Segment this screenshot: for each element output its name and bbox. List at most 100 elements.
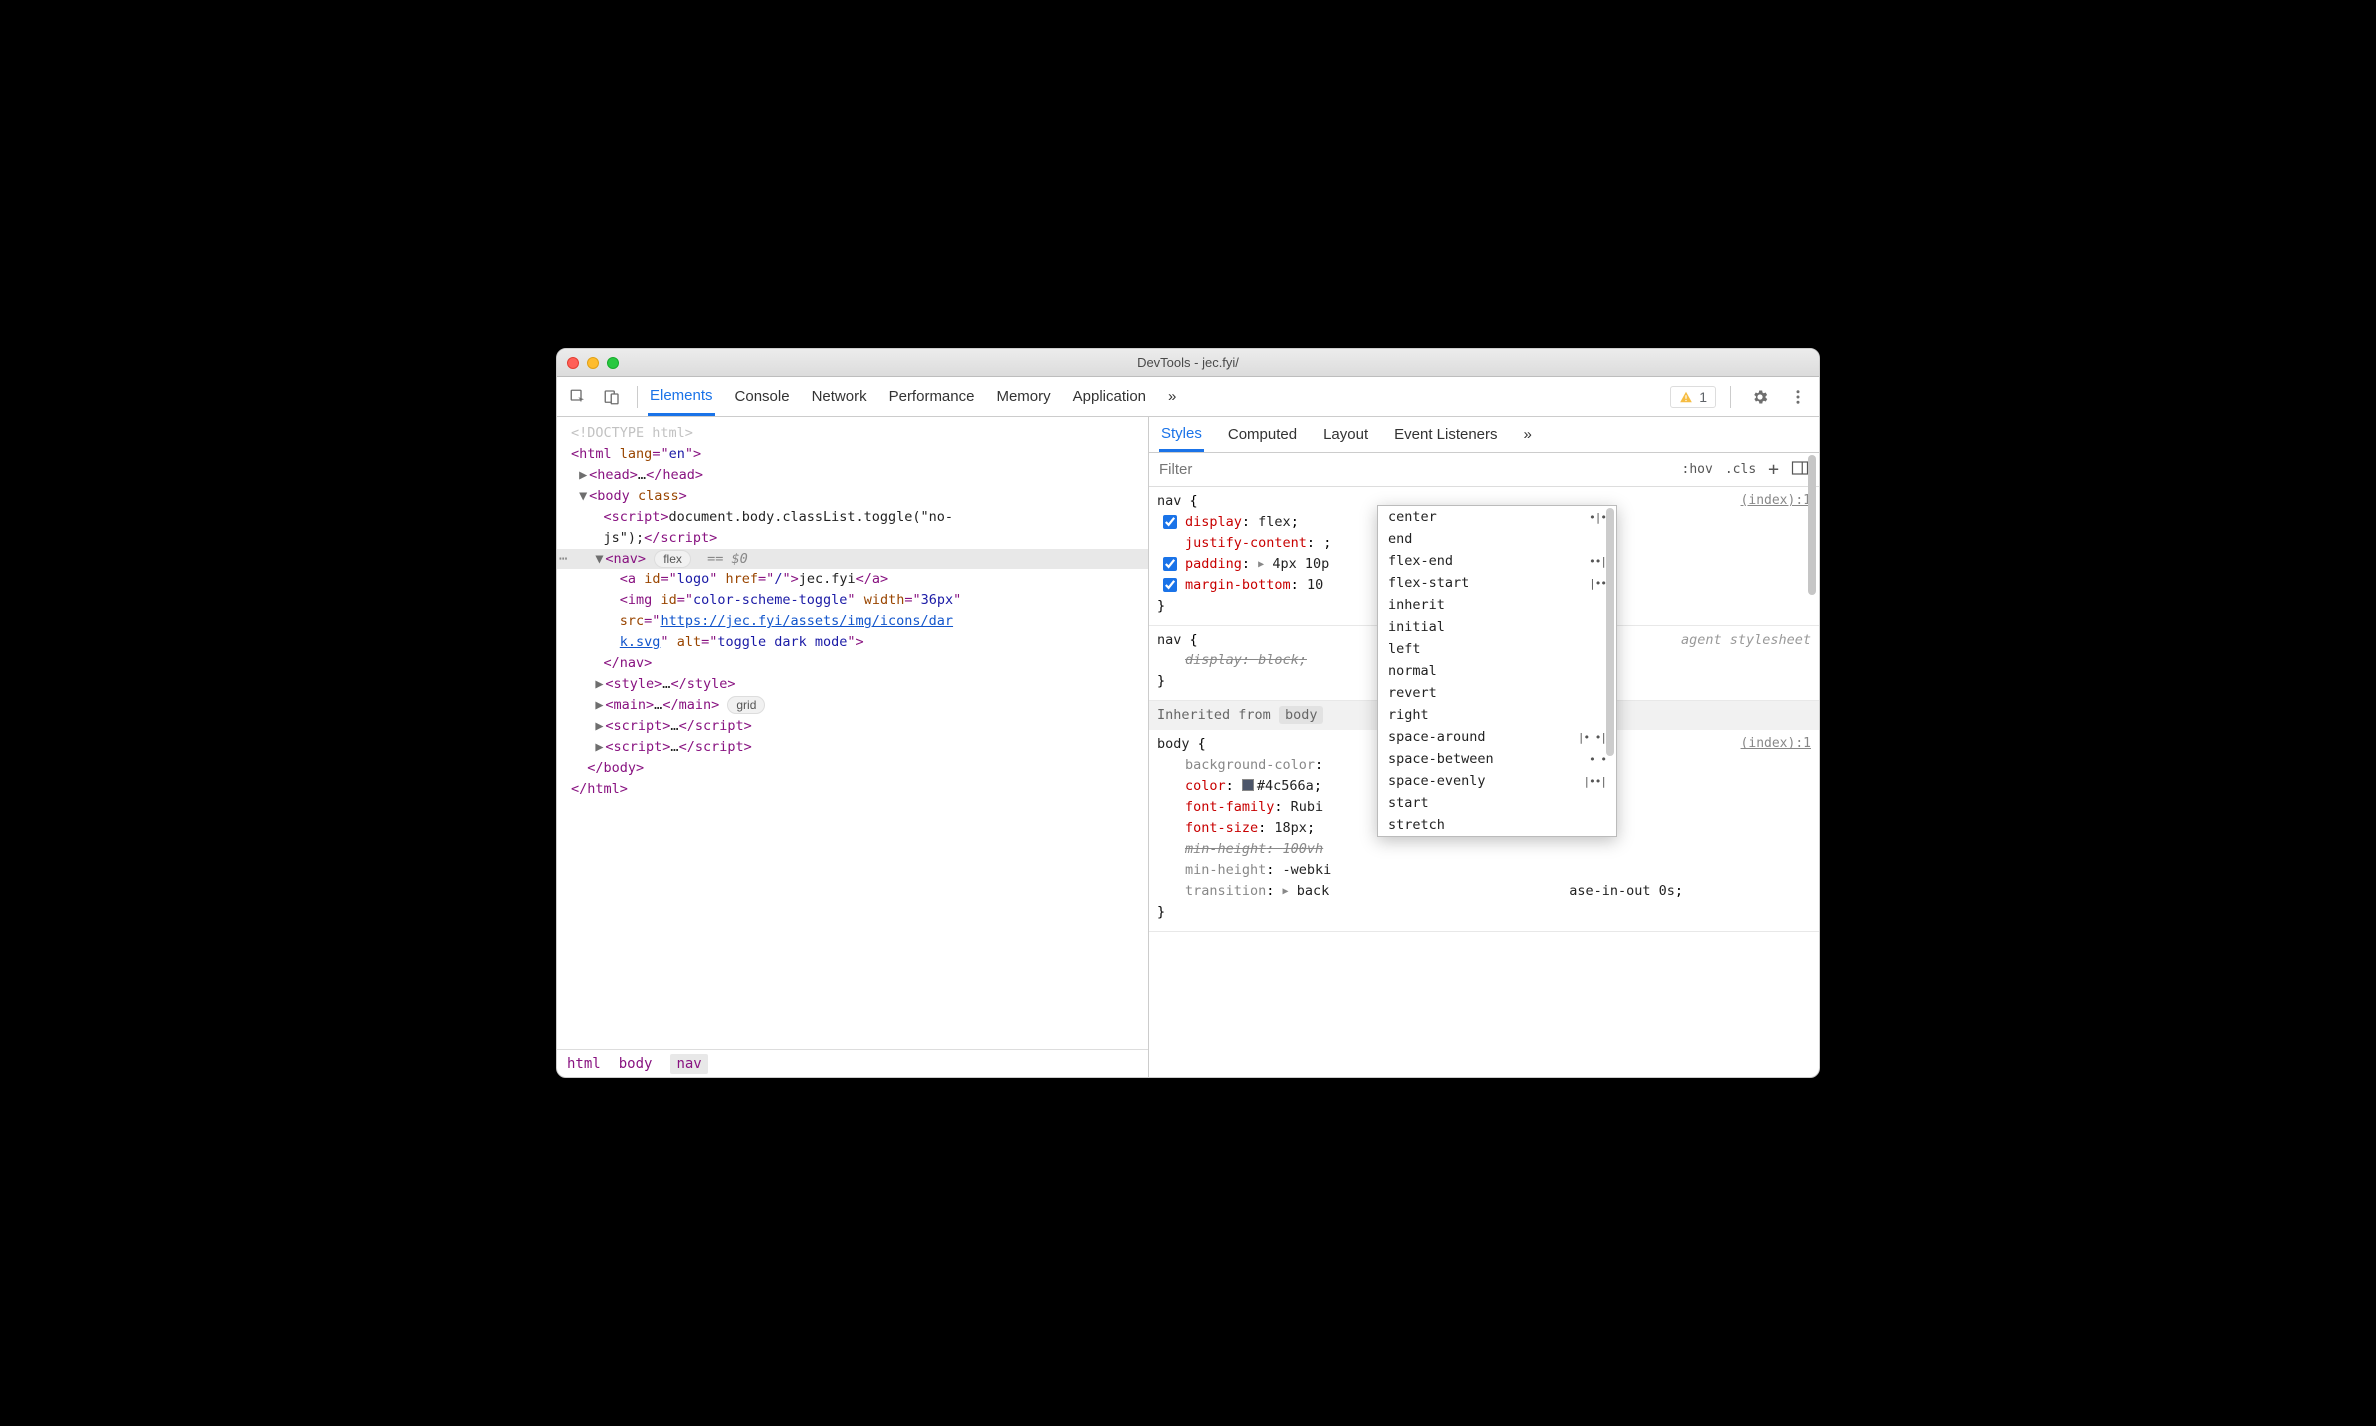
tag-body[interactable]: body bbox=[597, 488, 630, 504]
prop-name[interactable]: transition bbox=[1185, 883, 1266, 899]
prop-name[interactable]: min-height bbox=[1185, 862, 1266, 878]
ac-item-inherit[interactable]: inherit bbox=[1378, 594, 1616, 616]
tag-html-close[interactable]: </html> bbox=[571, 781, 628, 797]
selector[interactable]: nav bbox=[1157, 493, 1181, 509]
ac-item-stretch[interactable]: stretch bbox=[1378, 814, 1616, 836]
grid-badge[interactable]: grid bbox=[727, 696, 765, 714]
source-link[interactable]: (index):1 bbox=[1741, 734, 1811, 754]
dom-tree[interactable]: <!DOCTYPE html> <html lang="en"> ▶<head>… bbox=[557, 417, 1148, 1049]
tag-a[interactable]: a bbox=[628, 571, 636, 587]
prop-toggle[interactable] bbox=[1163, 557, 1177, 571]
ac-item-end[interactable]: end bbox=[1378, 528, 1616, 550]
kebab-menu-icon[interactable] bbox=[1783, 382, 1813, 412]
prop-toggle[interactable] bbox=[1163, 578, 1177, 592]
expand-toggle[interactable]: ▶ bbox=[579, 465, 589, 486]
ac-item-flex-end[interactable]: flex-end••| bbox=[1378, 550, 1616, 572]
expand-toggle[interactable]: ▶ bbox=[595, 674, 605, 695]
expand-toggle[interactable]: ▶ bbox=[595, 695, 605, 716]
prop-value[interactable]: #4c566a bbox=[1257, 778, 1314, 794]
prop-name[interactable]: background-color bbox=[1185, 757, 1315, 773]
tag-main[interactable]: <main> bbox=[605, 697, 654, 713]
inspect-element-icon[interactable] bbox=[563, 382, 593, 412]
ac-item-start[interactable]: start bbox=[1378, 792, 1616, 814]
tab-memory[interactable]: Memory bbox=[994, 379, 1052, 414]
img-src-link[interactable]: https://jec.fyi/assets/img/icons/dar bbox=[660, 613, 953, 629]
new-rule-button[interactable]: + bbox=[1768, 459, 1779, 480]
toolbar-right: 1 bbox=[1670, 382, 1813, 412]
source-link[interactable]: (index):1 bbox=[1741, 491, 1811, 511]
selector[interactable]: body bbox=[1157, 736, 1190, 752]
selected-node-nav[interactable]: ▼<nav> flex == $0 bbox=[557, 549, 1148, 570]
prop-value[interactable]: flex bbox=[1258, 514, 1291, 530]
devtools-window: DevTools - jec.fyi/ Elements Console Net… bbox=[556, 348, 1820, 1078]
breadcrumb-html[interactable]: html bbox=[567, 1056, 601, 1072]
prop-value[interactable]: 4px 10p bbox=[1272, 556, 1329, 572]
tab-styles[interactable]: Styles bbox=[1159, 418, 1204, 452]
hov-toggle[interactable]: :hov bbox=[1682, 462, 1713, 477]
tag-html[interactable]: html bbox=[579, 446, 612, 462]
prop-value[interactable]: Rubi bbox=[1291, 799, 1324, 815]
warnings-badge[interactable]: 1 bbox=[1670, 386, 1716, 408]
tab-elements[interactable]: Elements bbox=[648, 378, 715, 416]
prop-name[interactable]: font-size bbox=[1185, 820, 1258, 836]
autocomplete-popup[interactable]: center•|• end flex-end••| flex-start|•• … bbox=[1377, 505, 1617, 837]
prop-name[interactable]: font-family bbox=[1185, 799, 1274, 815]
prop-name[interactable]: justify-content bbox=[1185, 535, 1307, 551]
tag-body-close[interactable]: </body> bbox=[587, 760, 644, 776]
tab-performance[interactable]: Performance bbox=[887, 379, 977, 414]
ac-item-center[interactable]: center•|• bbox=[1378, 506, 1616, 528]
ac-item-initial[interactable]: initial bbox=[1378, 616, 1616, 638]
justify-glyph-icon: ••| bbox=[1589, 555, 1606, 568]
tag-script[interactable]: <script> bbox=[605, 739, 670, 755]
tab-computed[interactable]: Computed bbox=[1226, 419, 1299, 450]
ac-item-revert[interactable]: revert bbox=[1378, 682, 1616, 704]
tab-layout[interactable]: Layout bbox=[1321, 419, 1370, 450]
styles-scrollbar[interactable] bbox=[1805, 453, 1819, 1077]
tag-script[interactable]: <script> bbox=[604, 509, 669, 525]
expand-toggle[interactable]: ▼ bbox=[579, 486, 589, 507]
tag-nav-close[interactable]: </nav> bbox=[604, 655, 653, 671]
tag-img[interactable]: img bbox=[628, 592, 652, 608]
settings-gear-icon[interactable] bbox=[1745, 382, 1775, 412]
ac-item-space-around[interactable]: space-around|• •| bbox=[1378, 726, 1616, 748]
prop-value[interactable]: back bbox=[1297, 883, 1330, 899]
breadcrumb-nav[interactable]: nav bbox=[670, 1054, 707, 1074]
ac-item-flex-start[interactable]: flex-start|•• bbox=[1378, 572, 1616, 594]
ac-item-space-evenly[interactable]: space-evenly|••| bbox=[1378, 770, 1616, 792]
expand-toggle[interactable]: ▶ bbox=[595, 737, 605, 758]
autocomplete-scrollbar[interactable] bbox=[1606, 508, 1614, 756]
color-swatch[interactable] bbox=[1242, 779, 1254, 791]
prop-value[interactable]: 10 bbox=[1307, 577, 1323, 593]
content: <!DOCTYPE html> <html lang="en"> ▶<head>… bbox=[557, 417, 1819, 1077]
flex-badge[interactable]: flex bbox=[654, 550, 691, 568]
breadcrumb-body[interactable]: body bbox=[619, 1056, 653, 1072]
tag-nav[interactable]: nav bbox=[614, 551, 638, 567]
filter-input[interactable] bbox=[1149, 453, 1672, 486]
expand-toggle[interactable]: ▶ bbox=[595, 716, 605, 737]
prop-name[interactable]: margin-bottom bbox=[1185, 577, 1291, 593]
device-toggle-icon[interactable] bbox=[597, 382, 627, 412]
tag-style[interactable]: <style> bbox=[605, 676, 662, 692]
tab-console[interactable]: Console bbox=[733, 379, 792, 414]
expand-toggle[interactable]: ▼ bbox=[595, 549, 605, 570]
prop-value[interactable]: -webki bbox=[1283, 862, 1332, 878]
tab-network[interactable]: Network bbox=[810, 379, 869, 414]
prop-value[interactable]: 18px bbox=[1274, 820, 1307, 836]
tabs-more-icon[interactable]: » bbox=[1166, 379, 1178, 414]
tabs-more-icon[interactable]: » bbox=[1522, 419, 1534, 450]
cls-toggle[interactable]: .cls bbox=[1725, 462, 1756, 477]
prop-name[interactable]: padding bbox=[1185, 556, 1242, 572]
ac-item-space-between[interactable]: space-between• • bbox=[1378, 748, 1616, 770]
tab-application[interactable]: Application bbox=[1071, 379, 1148, 414]
tag-head[interactable]: <head> bbox=[589, 467, 638, 483]
img-src-link[interactable]: k.svg bbox=[620, 634, 661, 650]
prop-toggle[interactable] bbox=[1163, 515, 1177, 529]
tab-event-listeners[interactable]: Event Listeners bbox=[1392, 419, 1499, 450]
prop-name[interactable]: display bbox=[1185, 514, 1242, 530]
inherited-from-tag[interactable]: body bbox=[1279, 706, 1324, 724]
ac-item-left[interactable]: left bbox=[1378, 638, 1616, 660]
ac-item-normal[interactable]: normal bbox=[1378, 660, 1616, 682]
prop-name[interactable]: color bbox=[1185, 778, 1226, 794]
tag-script[interactable]: <script> bbox=[605, 718, 670, 734]
ac-item-right[interactable]: right bbox=[1378, 704, 1616, 726]
